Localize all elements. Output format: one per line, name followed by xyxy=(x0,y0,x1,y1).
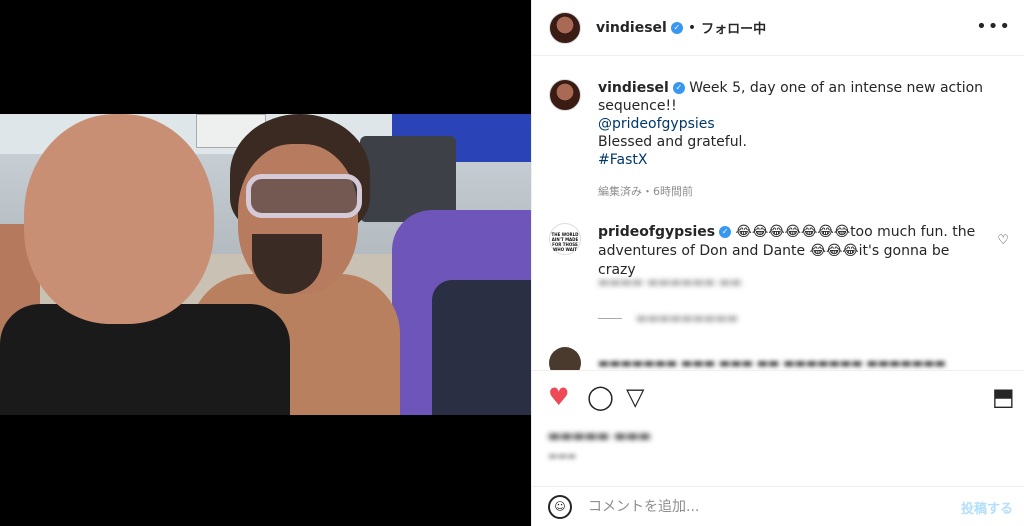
caption-mention[interactable]: @prideofgypsies xyxy=(598,115,998,133)
like-heart-icon[interactable]: ♥ xyxy=(548,385,570,409)
comment-like-icon[interactable]: ♡ xyxy=(997,233,1009,248)
caption-meta: 編集済み・6時間前 xyxy=(598,185,693,198)
comments-area[interactable]: vindiesel ✓ Week 5, day one of an intense… xyxy=(532,57,1024,370)
comment-input[interactable] xyxy=(588,498,938,515)
caption-body: vindiesel ✓ Week 5, day one of an intense… xyxy=(598,79,998,201)
video-purple-car xyxy=(392,210,531,415)
comment-emoji-2: 😂😂😂 xyxy=(809,243,859,259)
person-left-head xyxy=(24,114,214,324)
post-panel: vindiesel ✓ • フォロー中 ••• vindiesel ✓ Week … xyxy=(531,0,1024,526)
video-person-left xyxy=(0,114,290,415)
comment-emoji-1: 😂😂😂😂😂😂😂 xyxy=(735,224,851,240)
caption-username[interactable]: vindiesel xyxy=(598,80,669,96)
comment-icon[interactable]: ◯ xyxy=(587,385,614,409)
commenter-username[interactable]: prideofgypsies xyxy=(598,224,715,240)
verified-icon: ✓ xyxy=(672,82,685,94)
commenter-avatar[interactable]: THE WORLD AIN'T MADE FOR THOSE WHO WAIT xyxy=(549,223,581,255)
share-icon[interactable]: ▽ xyxy=(626,385,644,409)
view-replies[interactable]: ▬▬▬▬▬▬▬▬▬ xyxy=(598,311,738,325)
post-actions: ♥ ◯ ▽ ⬒ ▬▬▬▬▬ ▬▬▬ ▬▬▬ xyxy=(532,370,1024,470)
post-video[interactable] xyxy=(0,114,531,415)
more-options-icon[interactable]: ••• xyxy=(976,16,1011,37)
post-caption: vindiesel ✓ Week 5, day one of an intense… xyxy=(549,79,1009,201)
save-bookmark-icon[interactable]: ⬒ xyxy=(992,385,1015,409)
post-header: vindiesel ✓ • フォロー中 ••• xyxy=(532,0,1024,56)
view-replies-blurred: ▬▬▬▬▬▬▬▬▬ xyxy=(636,311,739,325)
add-comment-bar: ☺ 投稿する xyxy=(532,486,1024,526)
likes-count-blurred[interactable]: ▬▬▬▬▬ ▬▬▬ xyxy=(548,429,651,444)
comment-item: THE WORLD AIN'T MADE FOR THOSE WHO WAIT … xyxy=(549,223,1009,280)
author-username[interactable]: vindiesel xyxy=(596,20,667,36)
follow-status-button[interactable]: フォロー中 xyxy=(701,18,766,37)
car-window xyxy=(432,280,531,415)
verified-icon: ✓ xyxy=(719,226,732,238)
emoji-icon[interactable]: ☺ xyxy=(548,494,572,519)
commenter-2-avatar[interactable] xyxy=(549,347,581,370)
post-comment-button[interactable]: 投稿する xyxy=(961,498,1013,517)
comment-meta-blurred: ▬▬▬▬ ▬▬▬▬▬▬ ▬▬ xyxy=(598,275,742,289)
media-pane xyxy=(0,0,531,526)
caption-text-2: Blessed and grateful. xyxy=(598,134,747,150)
comment-item-2: ▬▬▬▬▬▬▬ ▬▬▬ ▬▬▬ ▬▬ ▬▬▬▬▬▬▬ ▬▬▬▬▬▬▬ xyxy=(549,347,946,370)
caption-hashtag[interactable]: #FastX xyxy=(598,151,998,169)
replies-dash xyxy=(598,317,622,319)
comment-2-blurred: ▬▬▬▬▬▬▬ ▬▬▬ ▬▬▬ ▬▬ ▬▬▬▬▬▬▬ ▬▬▬▬▬▬▬ xyxy=(598,356,946,370)
verified-icon: ✓ xyxy=(670,21,683,34)
author-avatar[interactable] xyxy=(549,11,581,44)
caption-avatar[interactable] xyxy=(549,79,581,111)
header-separator: • xyxy=(687,19,697,36)
post-date-blurred: ▬▬▬ xyxy=(548,451,577,462)
comment-body: prideofgypsies ✓ 😂😂😂😂😂😂😂too much fun. the… xyxy=(598,223,988,280)
